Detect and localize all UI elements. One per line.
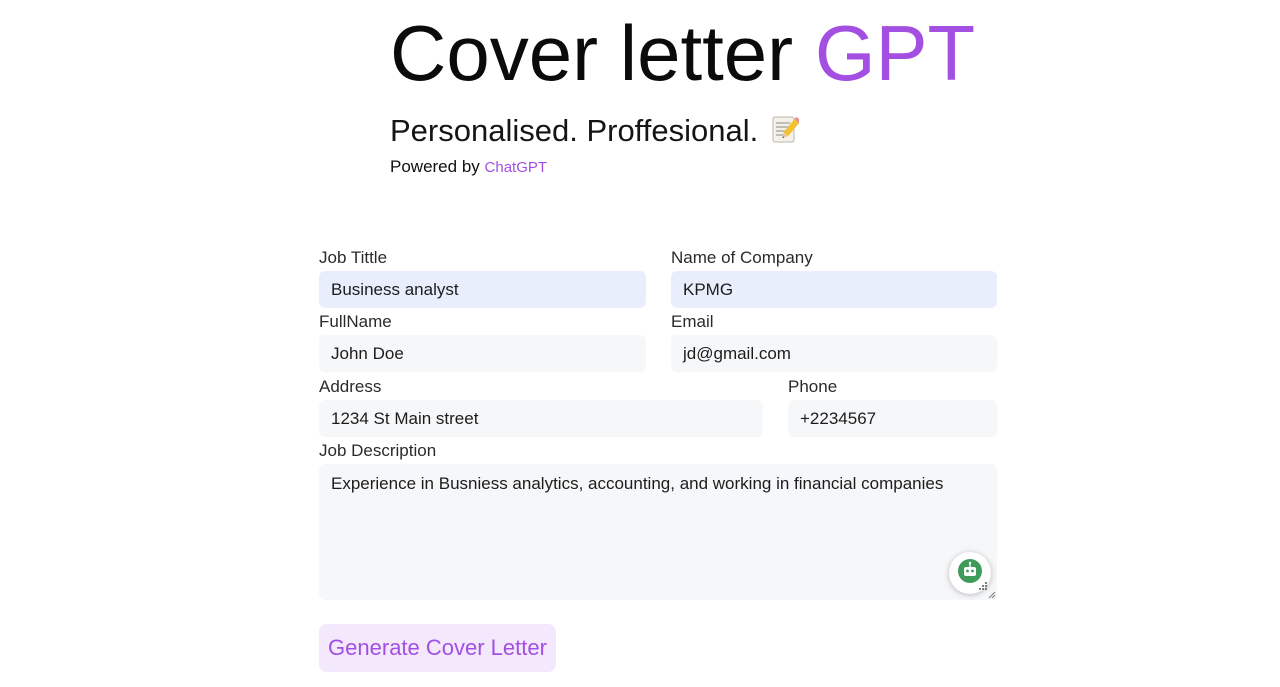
company-input[interactable]: KPMG (671, 271, 997, 308)
job-description-textarea[interactable]: Experience in Busniess analytics, accoun… (319, 464, 997, 600)
phone-label: Phone (788, 377, 838, 396)
job-description-label: Job Description (319, 441, 437, 460)
address-input[interactable]: 1234 St Main street (319, 400, 763, 437)
email-input[interactable]: jd@gmail.com (671, 335, 997, 372)
page: Cover letter GPT Personalised. Proffesio… (0, 0, 1280, 687)
title-accent: GPT (814, 9, 976, 97)
job-description-text: Experience in Busniess analytics, accoun… (331, 474, 944, 493)
phone-input[interactable]: +2234567 (788, 400, 997, 437)
fullname-input[interactable]: John Doe (319, 335, 646, 372)
powered-by: Powered by ChatGPT (390, 156, 547, 179)
company-label: Name of Company (671, 248, 813, 267)
powered-by-label: Powered by (390, 157, 480, 176)
address-label: Address (319, 377, 382, 396)
page-title: Cover letter GPT (390, 8, 975, 98)
job-title-label: Job Tittle (319, 248, 388, 267)
email-label: Email (671, 312, 714, 331)
generate-cover-letter-button[interactable]: Generate Cover Letter (319, 624, 556, 672)
title-main: Cover letter (390, 9, 794, 97)
chatgpt-link[interactable]: ChatGPT (485, 159, 548, 176)
memo-icon (771, 114, 801, 153)
resize-handle-icon[interactable] (987, 590, 996, 599)
tagline-text: Personalised. Proffesional. (390, 113, 759, 148)
drag-dots-icon[interactable] (979, 581, 989, 591)
job-title-input[interactable]: Business analyst (319, 271, 646, 308)
fullname-label: FullName (319, 312, 392, 331)
tagline: Personalised. Proffesional. (390, 112, 801, 153)
